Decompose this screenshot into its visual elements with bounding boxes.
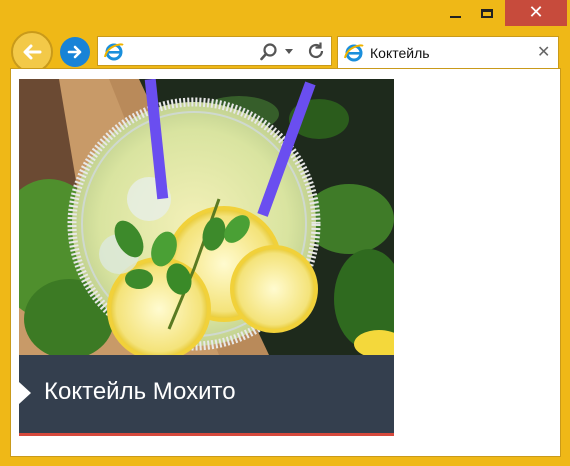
- cocktail-photo: [19, 79, 394, 355]
- maximize-icon: [481, 8, 493, 18]
- tab-title: Коктейль: [370, 45, 430, 61]
- minimize-icon: [449, 16, 461, 18]
- address-input[interactable]: [130, 41, 254, 63]
- back-button[interactable]: [11, 31, 53, 73]
- address-bar[interactable]: [97, 36, 332, 66]
- search-icon[interactable]: [260, 42, 278, 67]
- ie-logo-icon: [344, 43, 364, 68]
- minimize-button[interactable]: [440, 0, 470, 26]
- caption-notch: [19, 382, 31, 404]
- close-tab-icon[interactable]: ✕: [537, 42, 550, 61]
- dropdown-arrow-icon[interactable]: [285, 49, 293, 54]
- cocktail-card[interactable]: Коктейль Мохито: [19, 79, 394, 436]
- accent-line: [19, 433, 394, 436]
- forward-arrow-icon: [67, 45, 82, 59]
- ie-logo-icon: [104, 42, 124, 67]
- close-icon: ✕: [528, 2, 544, 23]
- tab-coctail[interactable]: Коктейль ✕: [337, 36, 559, 68]
- browser-window: ✕ Коктейль ✕ Коктейль Мохито: [0, 0, 570, 466]
- back-arrow-icon: [23, 44, 42, 60]
- refresh-icon[interactable]: [306, 41, 326, 66]
- maximize-button[interactable]: [472, 0, 502, 26]
- card-caption[interactable]: Коктейль Мохито: [19, 355, 394, 433]
- close-window-button[interactable]: ✕: [505, 0, 567, 26]
- card-title: Коктейль Мохито: [44, 378, 236, 405]
- forward-button[interactable]: [60, 37, 90, 67]
